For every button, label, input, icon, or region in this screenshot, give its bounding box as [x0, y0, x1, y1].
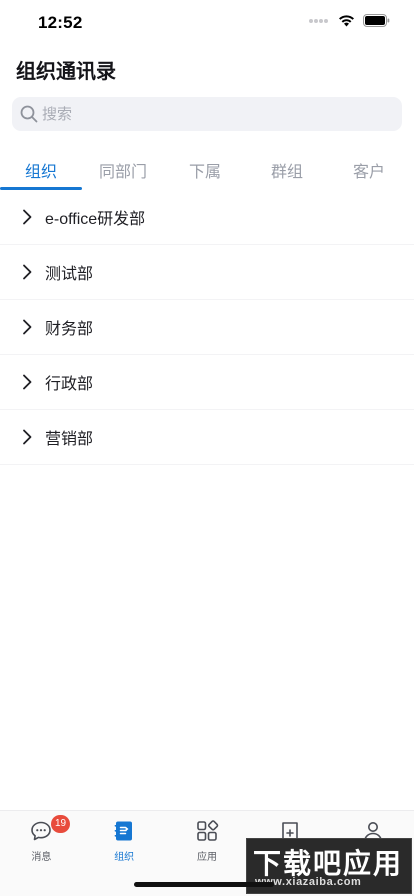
tab-organization[interactable]: 组织	[0, 148, 82, 190]
home-indicator	[134, 882, 274, 887]
screen: 12:52 组织通讯录 组织	[0, 0, 414, 896]
search-box[interactable]	[12, 97, 402, 131]
department-label: 测试部	[45, 266, 94, 283]
department-item-testing[interactable]: 测试部	[0, 245, 414, 300]
status-time: 12:52	[38, 13, 83, 32]
unread-badge: 19	[51, 815, 71, 833]
department-list: e-office研发部 测试部 财务部 行政部 营销部	[0, 190, 414, 465]
search-input[interactable]	[42, 105, 382, 123]
status-icons	[308, 14, 390, 27]
signal-dots-icon	[309, 18, 328, 23]
department-label: 行政部	[45, 376, 94, 393]
search-icon	[20, 105, 38, 123]
apps-grid-icon	[197, 820, 219, 841]
chevron-right-icon	[23, 264, 32, 280]
department-item-finance[interactable]: 财务部	[0, 300, 414, 355]
status-bar: 12:52	[0, 0, 414, 46]
chevron-right-icon	[23, 209, 32, 225]
nav-messages[interactable]: 19 消息	[0, 811, 83, 896]
nav-label: 消息	[31, 852, 52, 863]
chevron-right-icon	[23, 319, 32, 335]
page-title: 组织通讯录	[16, 61, 116, 83]
battery-icon	[363, 14, 390, 27]
department-label: 营销部	[45, 431, 94, 448]
nav-label: 组织	[114, 852, 135, 863]
chat-bubble-icon	[31, 821, 52, 841]
wifi-icon	[339, 15, 354, 27]
tab-bar: 组织 同部门 下属 群组 客户	[0, 148, 414, 190]
tab-customers[interactable]: 客户	[328, 148, 410, 190]
department-item-admin[interactable]: 行政部	[0, 355, 414, 410]
department-label: e-office研发部	[45, 211, 146, 228]
tab-same-department[interactable]: 同部门	[82, 148, 164, 190]
tab-subordinates[interactable]: 下属	[164, 148, 246, 190]
nav-label: 应用	[196, 852, 217, 863]
department-item-marketing[interactable]: 营销部	[0, 410, 414, 465]
tab-groups[interactable]: 群组	[246, 148, 328, 190]
department-item-rnd[interactable]: e-office研发部	[0, 190, 414, 245]
contacts-book-icon	[114, 821, 133, 841]
chevron-right-icon	[23, 374, 32, 390]
chevron-right-icon	[23, 429, 32, 445]
department-label: 财务部	[45, 321, 94, 338]
